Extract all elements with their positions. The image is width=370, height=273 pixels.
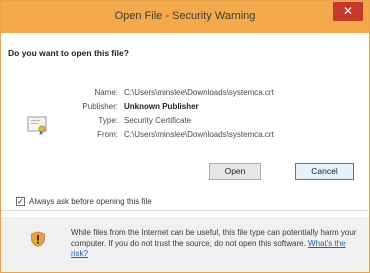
security-warning-dialog: Open File - Security Warning ✕ Do you wa… <box>0 0 370 273</box>
type-value: Security Certificate <box>124 116 192 125</box>
close-button[interactable]: ✕ <box>333 2 363 21</box>
publisher-row: Publisher: Unknown Publisher <box>8 102 362 114</box>
type-row: Type: Security Certificate <box>8 116 362 128</box>
title-bar[interactable]: Open File - Security Warning ✕ <box>1 1 369 33</box>
always-ask-checkbox[interactable]: ✓ <box>16 197 25 206</box>
warning-footer: While files from the Internet can be use… <box>1 217 369 272</box>
dialog-body: Do you want to open this file? Name: C:\… <box>8 34 362 210</box>
always-ask-label: Always ask before opening this file <box>29 197 152 206</box>
publisher-value: Unknown Publisher <box>124 102 199 111</box>
type-label: Type: <box>98 116 118 125</box>
name-label: Name: <box>94 88 118 97</box>
from-row: From: C:\Users\minslee\Downloads\systemc… <box>8 130 362 142</box>
from-value: C:\Users\minslee\Downloads\systemca.crt <box>124 130 274 139</box>
warning-message: While files from the Internet can be use… <box>71 228 361 260</box>
window-title: Open File - Security Warning <box>114 10 256 22</box>
question-heading: Do you want to open this file? <box>8 48 129 58</box>
cancel-button[interactable]: Cancel <box>295 163 354 180</box>
divider <box>1 210 369 211</box>
from-label: From: <box>97 130 118 139</box>
name-value: C:\Users\minslee\Downloads\systemca.crt <box>124 88 274 97</box>
publisher-label: Publisher: <box>82 102 118 111</box>
shield-warning-icon <box>31 231 45 247</box>
name-row: Name: C:\Users\minslee\Downloads\systemc… <box>8 88 362 100</box>
open-button[interactable]: Open <box>209 163 261 180</box>
